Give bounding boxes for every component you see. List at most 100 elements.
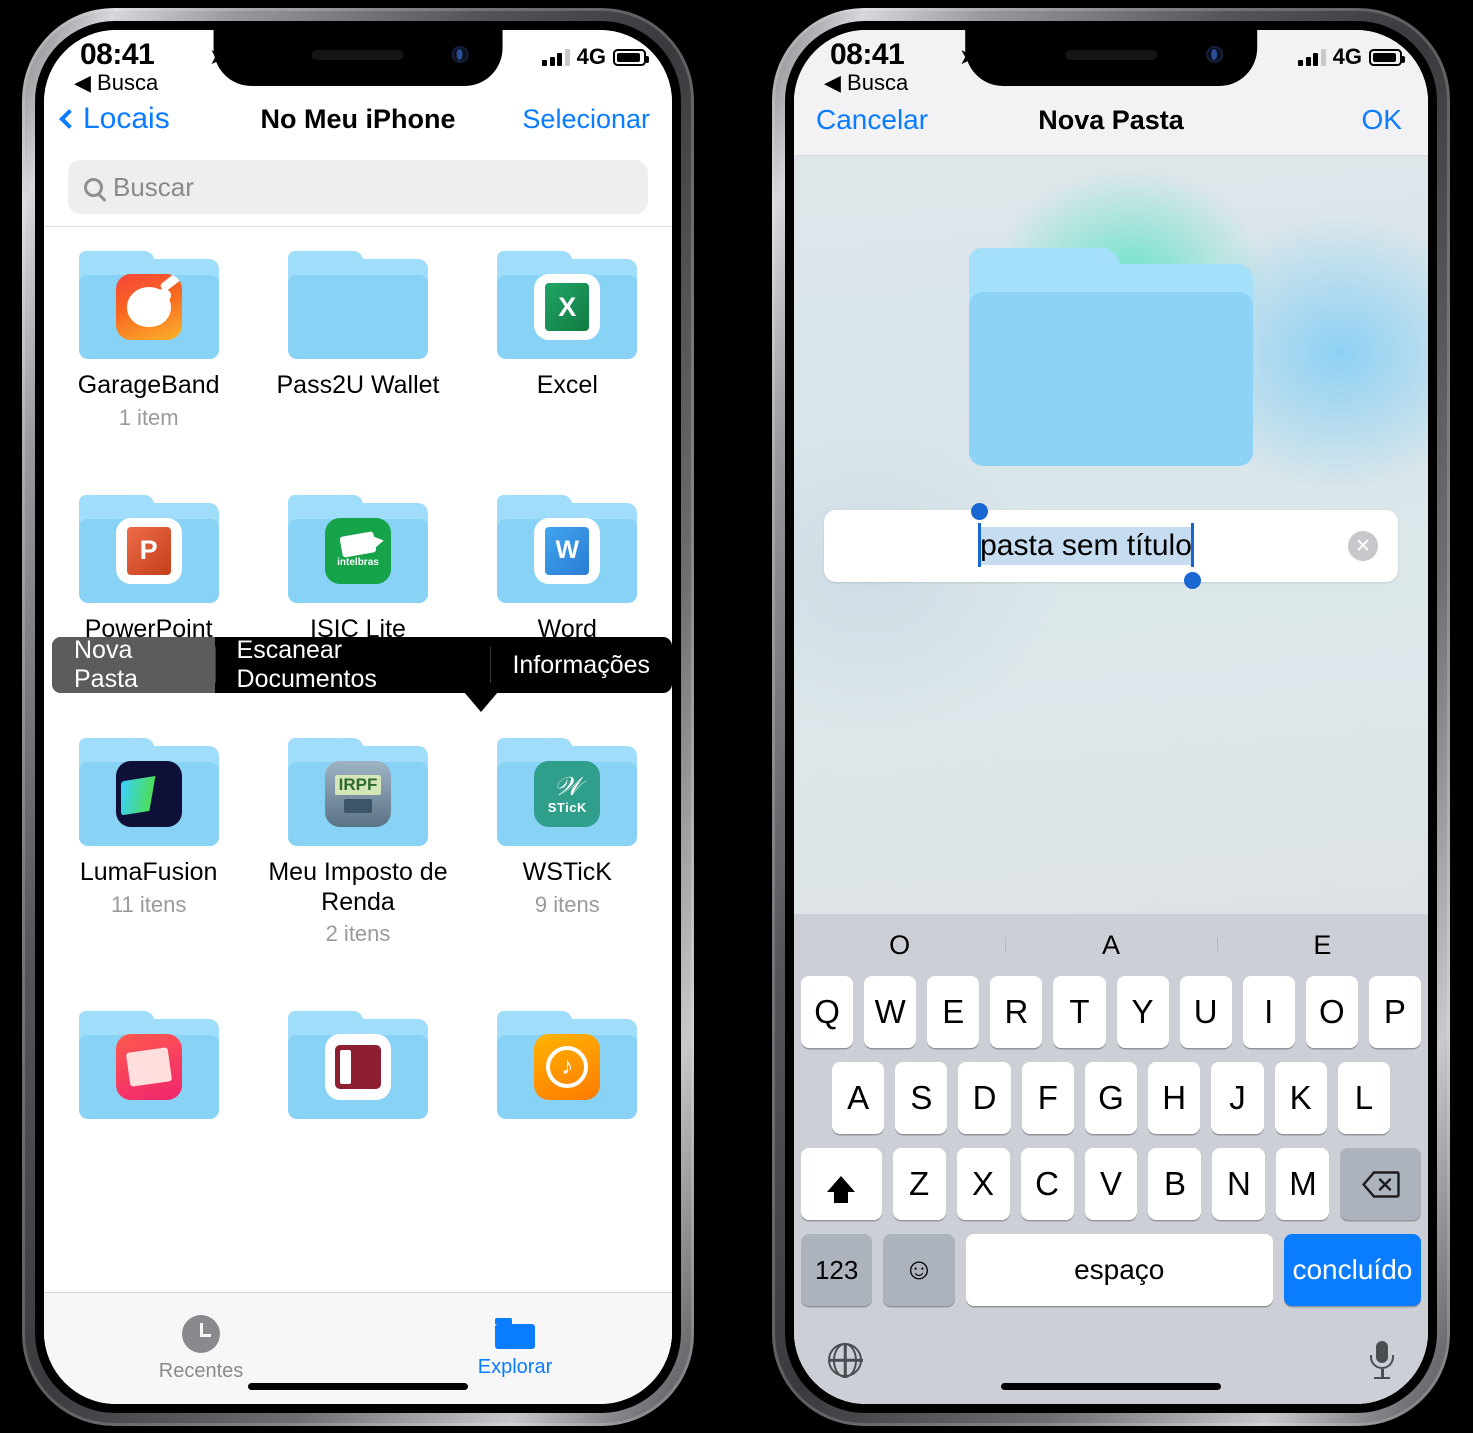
key-a[interactable]: A <box>832 1062 885 1134</box>
context-menu-item-escanear-documentos[interactable]: Escanear Documentos <box>214 637 491 693</box>
folder-item-lumafusion[interactable]: LumaFusion 11 itens <box>44 738 253 947</box>
key-x[interactable]: X <box>956 1148 1010 1220</box>
search-input[interactable]: Buscar <box>68 160 648 214</box>
context-menu-pointer <box>464 692 498 712</box>
key-g[interactable]: G <box>1084 1062 1138 1134</box>
key-w[interactable]: W <box>864 976 917 1048</box>
folder-icon <box>287 251 428 359</box>
front-camera-icon <box>1205 46 1223 63</box>
navigation-bar: Locais No Meu iPhone Selecionar <box>44 90 672 156</box>
sheet-content: pasta sem título ✕ <box>794 156 1428 914</box>
numbers-key[interactable]: 123 <box>801 1234 873 1306</box>
selection-handle-end[interactable] <box>1183 572 1201 589</box>
folder-item-imposto-de-renda[interactable]: IRPF Meu Imposto de Renda 2 itens <box>253 738 462 947</box>
sheet-title: Nova Pasta <box>1038 105 1184 135</box>
folder-label: Excel <box>536 371 598 399</box>
emoji-key[interactable]: ☺ <box>883 1234 955 1306</box>
key-n[interactable]: N <box>1212 1148 1266 1220</box>
key-q[interactable]: Q <box>801 976 854 1048</box>
globe-icon[interactable] <box>828 1342 862 1378</box>
key-j[interactable]: J <box>1211 1062 1264 1134</box>
folder-item-excel[interactable]: X Excel <box>463 251 672 431</box>
folder-icon: ♪ <box>497 1011 638 1119</box>
key-s[interactable]: S <box>895 1062 948 1134</box>
news-app-icon <box>324 1034 391 1101</box>
ok-button[interactable]: OK <box>1362 104 1402 136</box>
right-phone-screen: 08:41 ➤ 4G ◀ Busca <box>794 30 1428 1404</box>
folder-row: GarageBand 1 item Pass2U Wallet X Excel <box>44 251 672 431</box>
context-menu-item-informacoes[interactable]: Informações <box>490 637 672 693</box>
folder-item-pixelmator[interactable] <box>44 1011 253 1131</box>
folder-item-pass2u-wallet[interactable]: Pass2U Wallet <box>253 251 462 431</box>
status-time: 08:41 <box>830 38 905 71</box>
done-key[interactable]: concluído <box>1283 1234 1421 1306</box>
folder-icon: IRPF <box>287 738 428 846</box>
music-app-icon: ♪ <box>534 1034 601 1101</box>
home-indicator[interactable] <box>1001 1383 1221 1390</box>
space-key[interactable]: espaço <box>965 1234 1273 1306</box>
two-phone-screenshot: 08:41 ➤ 4G ◀ Busca <box>0 0 1473 1433</box>
key-b[interactable]: B <box>1148 1148 1202 1220</box>
folder-icon: W <box>497 494 638 603</box>
home-indicator[interactable] <box>248 1383 468 1390</box>
key-m[interactable]: M <box>1276 1148 1330 1220</box>
folder-row: LumaFusion 11 itens IRPF Meu Imposto de … <box>44 738 672 947</box>
folder-icon <box>287 1011 428 1119</box>
prediction-bar: O A E <box>794 914 1428 976</box>
back-to-app-link[interactable]: ◀ Busca <box>74 70 158 96</box>
key-c[interactable]: C <box>1020 1148 1074 1220</box>
folder-count: 2 itens <box>325 921 391 946</box>
key-p[interactable]: P <box>1368 976 1421 1048</box>
folder-item-music[interactable]: ♪ <box>463 1011 672 1131</box>
key-z[interactable]: Z <box>892 1148 946 1220</box>
clock-icon <box>182 1314 220 1353</box>
key-y[interactable]: Y <box>1116 976 1169 1048</box>
right-phone-frame: 08:41 ➤ 4G ◀ Busca <box>772 8 1450 1426</box>
prediction-item[interactable]: A <box>1005 930 1216 961</box>
key-v[interactable]: V <box>1084 1148 1138 1220</box>
search-placeholder: Buscar <box>113 171 194 202</box>
clear-text-icon[interactable]: ✕ <box>1348 531 1378 561</box>
new-folder-sheet: 08:41 ➤ 4G ◀ Busca <box>794 30 1428 1404</box>
folder-label: Pass2U Wallet <box>276 371 440 399</box>
folder-item-wstick[interactable]: 𝒲 STicK WSTicK 9 itens <box>463 738 672 947</box>
folder-item-news[interactable] <box>253 1011 462 1131</box>
earpiece-speaker <box>312 50 404 60</box>
key-u[interactable]: U <box>1179 976 1232 1048</box>
backspace-key[interactable] <box>1340 1148 1421 1220</box>
keyboard-row-1: Q W E R T Y U I O P <box>794 976 1428 1048</box>
select-button[interactable]: Selecionar <box>522 104 650 135</box>
key-f[interactable]: F <box>1021 1062 1074 1134</box>
folder-icon: X <box>497 251 638 359</box>
folder-icon <box>78 251 219 359</box>
key-i[interactable]: I <box>1242 976 1295 1048</box>
key-k[interactable]: K <box>1274 1062 1327 1134</box>
front-camera-icon <box>451 46 469 63</box>
left-phone-frame: 08:41 ➤ 4G ◀ Busca <box>22 8 694 1426</box>
back-to-app-label: Busca <box>847 70 909 95</box>
notch <box>213 30 503 86</box>
network-type-label: 4G <box>576 44 606 69</box>
key-l[interactable]: L <box>1337 1062 1390 1134</box>
key-h[interactable]: H <box>1148 1062 1201 1134</box>
key-t[interactable]: T <box>1053 976 1106 1048</box>
key-d[interactable]: D <box>958 1062 1011 1134</box>
selection-handle-start[interactable] <box>971 503 989 520</box>
folder-name-field[interactable]: pasta sem título ✕ <box>824 503 1398 589</box>
folder-icon <box>495 1318 535 1349</box>
folder-label: LumaFusion <box>79 858 218 886</box>
key-o[interactable]: O <box>1305 976 1358 1048</box>
back-to-app-link[interactable]: ◀ Busca <box>824 70 908 96</box>
context-menu-item-nova-pasta[interactable]: Nova Pasta <box>52 637 215 693</box>
prediction-item[interactable]: O <box>794 930 1005 961</box>
battery-icon <box>1369 48 1405 66</box>
microphone-icon[interactable] <box>1370 1341 1394 1379</box>
prediction-item[interactable]: E <box>1216 930 1428 961</box>
status-time: 08:41 <box>80 38 155 71</box>
folder-count: 9 itens <box>534 891 600 917</box>
left-phone-screen: 08:41 ➤ 4G ◀ Busca <box>44 30 672 1404</box>
key-e[interactable]: E <box>927 976 980 1048</box>
key-r[interactable]: R <box>990 976 1043 1048</box>
shift-key[interactable] <box>801 1148 882 1220</box>
folder-item-garageband[interactable]: GarageBand 1 item <box>44 251 253 431</box>
